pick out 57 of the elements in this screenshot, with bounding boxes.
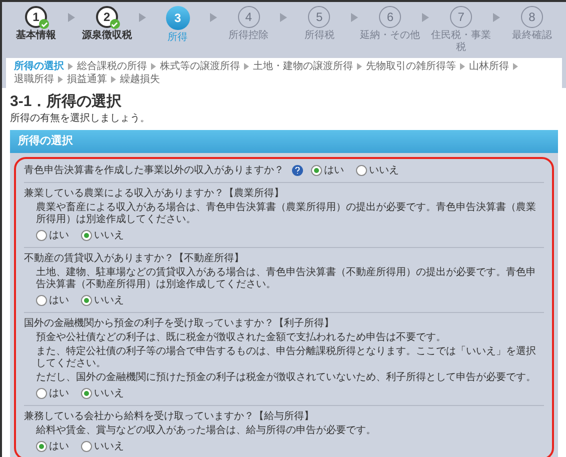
arrow-icon — [357, 63, 362, 70]
arrow-icon — [422, 13, 430, 22]
question-text: 不動産の賃貸収入がありますか？【不動産所得】 — [24, 252, 245, 264]
sub-tab[interactable]: 先物取引の雑所得等 — [366, 60, 456, 73]
description-text: 農業や畜産による収入がある場合は、青色申告決算書（農業所得用）の提出が必要です。青色申告決算書（農業所得用）は別途作成してください。 — [36, 202, 537, 226]
arrow-icon — [351, 13, 358, 22]
sub-tab[interactable]: 総合課税の所得 — [77, 60, 147, 73]
description-text: 土地、建物、駐車場などの賃貸収入がある場合は、青色申告決算書（不動産所得用）の提出が必要です。青色申告決算書（不動産所得用）は別途作成してください。 — [36, 266, 537, 290]
arrow-icon — [151, 63, 156, 70]
description-text: 預金や公社債などの利子は、既に税金が徴収された金額で支払われるため申告は不要です。 — [36, 332, 447, 344]
description-text: 給料や賃金、賞与などの収入があった場合は、給与所得の申告が必要です。 — [36, 424, 377, 436]
question-text: 兼務している会社から給料を受け取っていますか？【給与所得】 — [24, 410, 315, 422]
step-label: 所得控除 — [228, 30, 269, 42]
description-text: ただし、国外の金融機関に預けた預金の利子は税金が徴収されていないため、利子所得として申告が必要です。 — [36, 372, 537, 384]
radio-option[interactable]: いいえ — [81, 292, 124, 308]
sub-tab[interactable]: 繰越損失 — [120, 73, 160, 86]
arrow-icon — [244, 63, 249, 70]
instruction-text: 所得の有無を選択しましょう。 — [10, 112, 151, 126]
radio-option[interactable]: いいえ — [81, 228, 124, 242]
arrow-icon — [210, 13, 217, 22]
check-icon — [111, 20, 118, 28]
question-text: 青色申告決算書を作成した事業以外の収入がありますか？ — [24, 164, 284, 176]
arrow-icon — [111, 76, 116, 83]
arrow-icon — [460, 63, 465, 70]
sub-tab[interactable]: 所得の選択 — [14, 60, 64, 73]
radio-option[interactable]: いいえ — [81, 438, 124, 454]
radio-option[interactable]: はい — [36, 386, 69, 400]
sub-tab[interactable]: 土地・建物の譲渡所得 — [253, 60, 353, 73]
step-label: 基本情報 — [16, 30, 56, 42]
radio-option[interactable]: はい — [311, 162, 344, 178]
arrow-icon — [68, 13, 75, 22]
page-heading: 3-1．所得の選択 — [10, 92, 123, 112]
question-text: 国外の金融機関から預金の利子を受け取っていますか？【利子所得】 — [24, 316, 335, 330]
step-label: 最終確認 — [512, 30, 552, 42]
check-icon — [40, 20, 48, 28]
panel-header: 所得の選択 — [10, 130, 558, 152]
step-label: 所得 — [168, 32, 188, 44]
radio-option[interactable]: いいえ — [81, 386, 124, 400]
radio-option[interactable]: はい — [36, 438, 69, 454]
step-label: 延納・その他 — [360, 30, 420, 42]
step-label: 源泉徴収税 — [82, 30, 132, 42]
sub-tab[interactable]: 退職所得 — [14, 73, 54, 86]
description-text: また、特定公社債の利子等の場合で申告するものは、申告分離課税所得となります。ここでは「いいえ」を選択してください。 — [36, 346, 537, 370]
sub-tab[interactable]: 株式等の譲渡所得 — [160, 60, 240, 73]
step-label: 所得税 — [304, 30, 334, 42]
arrow-icon — [280, 13, 288, 22]
radio-option[interactable]: はい — [36, 292, 69, 308]
sub-tab[interactable]: 山林所得 — [469, 60, 509, 73]
question-text: 兼業している農業による収入がありますか？【農業所得】 — [24, 186, 285, 200]
arrow-icon — [138, 13, 146, 22]
radio-option[interactable]: いいえ — [356, 162, 399, 178]
arrow-icon — [492, 13, 500, 22]
arrow-icon — [513, 63, 518, 70]
sub-tab[interactable]: 損益通算 — [67, 73, 107, 86]
step-label: 住民税・事業税 — [431, 30, 492, 54]
help-icon[interactable] — [292, 164, 303, 176]
radio-option[interactable]: はい — [36, 228, 69, 242]
